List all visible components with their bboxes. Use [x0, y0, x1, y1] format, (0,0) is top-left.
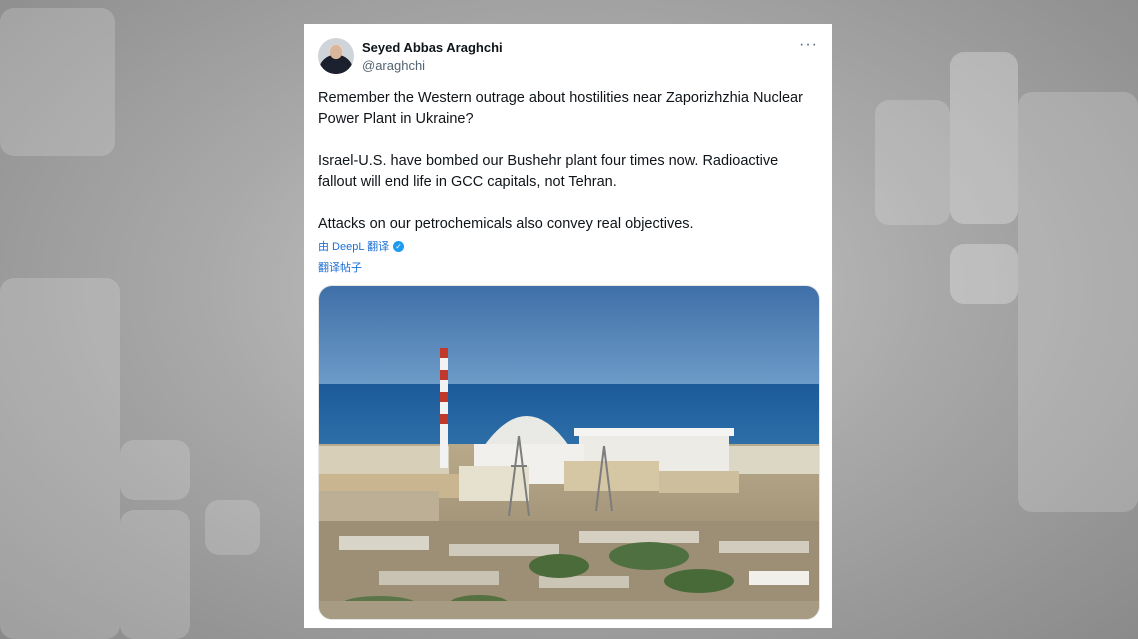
- background-shape: [875, 100, 950, 225]
- background-shape: [120, 440, 190, 500]
- background-shape: [1018, 92, 1138, 512]
- tweet-card: Seyed Abbas Araghchi @araghchi ··· Remem…: [304, 24, 832, 628]
- avatar-body: [323, 60, 349, 74]
- author-handle[interactable]: @araghchi: [362, 58, 425, 73]
- tweet-paragraph: Israel-U.S. have bombed our Bushehr plan…: [318, 153, 779, 190]
- tweet-photo[interactable]: [318, 285, 820, 620]
- background-shape: [205, 500, 260, 555]
- translation-attribution-label: 由 DeepL 翻译: [318, 241, 390, 253]
- background-shape: [950, 244, 1018, 304]
- tweet-paragraph: Attacks on our petrochemicals also conve…: [318, 216, 694, 232]
- avatar[interactable]: [318, 38, 354, 74]
- nuclear-plant-photo: [319, 286, 819, 619]
- tweet-text: Remember the Western outrage about hosti…: [318, 88, 818, 235]
- avatar-face: [330, 45, 342, 59]
- more-horizontal-icon[interactable]: ···: [799, 36, 818, 54]
- author-name[interactable]: Seyed Abbas Araghchi: [362, 40, 503, 55]
- background-shape: [120, 510, 190, 639]
- background-shape: [0, 8, 115, 156]
- tweet-paragraph: Remember the Western outrage about hosti…: [318, 90, 803, 127]
- translate-post-link[interactable]: 翻译帖子: [318, 259, 362, 275]
- background-shape: [0, 278, 120, 639]
- translation-attribution: 由 DeepL 翻译 ✓: [318, 238, 405, 254]
- background-shape: [950, 52, 1018, 224]
- verified-icon: ✓: [393, 240, 405, 252]
